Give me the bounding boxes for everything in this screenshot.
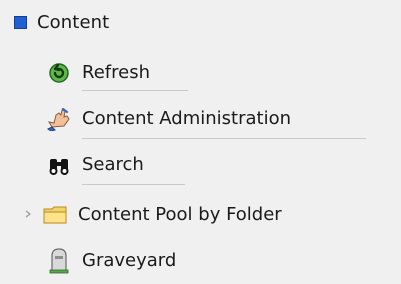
content-tree-panel: Content Refresh Content Administration S… bbox=[0, 0, 401, 284]
binoculars-icon bbox=[46, 151, 72, 177]
search-label: Search bbox=[82, 153, 144, 175]
graveyard-label: Graveyard bbox=[82, 249, 177, 271]
refresh-underline bbox=[82, 90, 188, 91]
tree-item-search[interactable]: Search bbox=[46, 146, 144, 182]
tree-item-content-administration[interactable]: Content Administration bbox=[46, 100, 291, 136]
tree-item-graveyard[interactable]: Graveyard bbox=[46, 242, 176, 278]
blue-square-icon bbox=[14, 15, 27, 29]
content-root-label: Content bbox=[37, 11, 110, 33]
tree-item-content-pool-by-folder[interactable]: Content Pool by Folder bbox=[22, 196, 282, 232]
content-pool-by-folder-label: Content Pool by Folder bbox=[78, 203, 282, 225]
tree-item-refresh[interactable]: Refresh bbox=[46, 54, 150, 90]
chevron-right-icon[interactable] bbox=[22, 208, 34, 220]
tombstone-icon bbox=[46, 247, 72, 274]
search-underline bbox=[82, 184, 185, 185]
refresh-icon bbox=[46, 59, 72, 85]
content-root-node[interactable]: Content bbox=[14, 8, 109, 36]
folder-icon bbox=[42, 201, 68, 227]
hand-icon bbox=[46, 105, 72, 131]
content-administration-underline bbox=[82, 138, 366, 139]
content-administration-label: Content Administration bbox=[82, 107, 292, 129]
refresh-label: Refresh bbox=[82, 61, 150, 83]
